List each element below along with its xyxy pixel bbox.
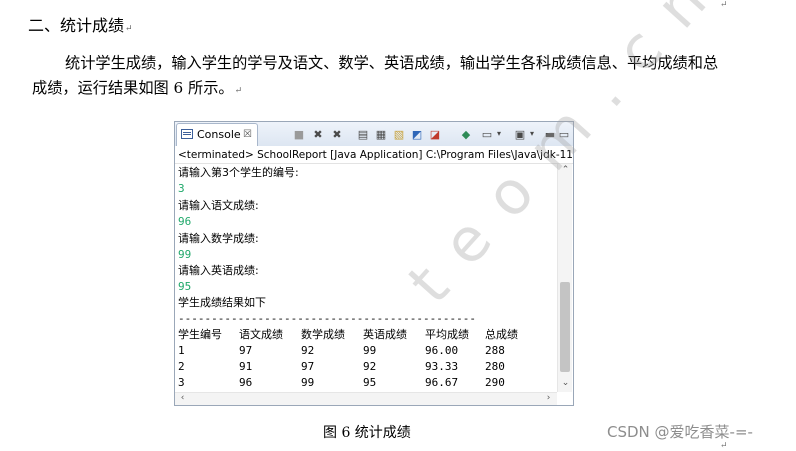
display-console-icon[interactable]: ▭ [480, 126, 494, 141]
table-row: 1 97 92 99 96.00 288 [178, 343, 553, 359]
cell-chinese: 91 [239, 360, 253, 373]
cell-id: 3 [178, 376, 185, 389]
input-chinese-score: 96 [178, 215, 192, 228]
cell-chinese: 96 [239, 376, 253, 389]
header-total: 总成绩 [485, 328, 518, 341]
section-heading: 二、统计成绩↵ [28, 16, 133, 35]
header-student-id: 学生编号 [178, 328, 222, 341]
result-separator: ----------------------------------------… [178, 312, 477, 325]
console-tab[interactable]: Console ☒ [176, 123, 258, 146]
cell-average: 96.67 [425, 376, 459, 389]
paragraph-mark: ↵ [720, 441, 728, 451]
cell-math: 99 [301, 376, 315, 389]
cell-math: 92 [301, 344, 315, 357]
table-header: 学生编号 语文成绩 数学成绩 英语成绩 平均成绩 总成绩 [178, 327, 553, 343]
vertical-scrollbar[interactable]: ⌃ ⌄ [557, 164, 572, 392]
paragraph-mark: ↵ [234, 86, 243, 96]
console-tab-label: Console [197, 128, 241, 141]
terminate-icon[interactable]: ■ [292, 126, 306, 141]
cell-english: 99 [363, 344, 377, 357]
cell-chinese: 97 [239, 344, 253, 357]
cell-average: 96.00 [425, 344, 459, 357]
console-icon [181, 129, 193, 139]
scroll-right-icon[interactable]: › [541, 393, 556, 403]
cell-total: 280 [485, 360, 505, 373]
header-average: 平均成绩 [425, 328, 469, 341]
pin-console-icon[interactable]: ◆ [459, 126, 473, 141]
table-row: 2 91 97 92 93.33 280 [178, 359, 553, 375]
cell-id: 1 [178, 344, 185, 357]
prompt-math-score: 请输入数学成绩: [178, 232, 259, 245]
show-stdout-icon[interactable]: ◩ [410, 126, 424, 141]
header-chinese: 语文成绩 [239, 328, 283, 341]
cell-english: 92 [363, 360, 377, 373]
horizontal-scrollbar[interactable]: ‹ › [175, 392, 557, 405]
input-student-id: 3 [178, 182, 185, 195]
watermark-csdn: CSDN @爱吃香菜-=- [607, 423, 753, 441]
paragraph-mark: ↵ [125, 24, 133, 34]
scroll-lock-icon[interactable]: ▦ [374, 126, 388, 141]
cell-id: 2 [178, 360, 185, 373]
cell-english: 95 [363, 376, 377, 389]
table-row: 3 96 99 95 96.67 290 [178, 375, 553, 391]
figure-caption: 图 6 统计成绩 [323, 425, 411, 441]
input-math-score: 99 [178, 248, 192, 261]
chevron-down-icon[interactable]: ▾ [495, 126, 503, 141]
cell-average: 93.33 [425, 360, 459, 373]
result-title: 学生成绩结果如下 [178, 296, 266, 309]
header-math: 数学成绩 [301, 328, 345, 341]
remove-launch-icon[interactable]: ✖ [311, 126, 325, 141]
prompt-chinese-score: 请输入语文成绩: [178, 199, 259, 212]
scroll-down-icon[interactable]: ⌄ [558, 378, 573, 388]
scrollbar-thumb[interactable] [560, 282, 570, 372]
word-wrap-icon[interactable]: ▧ [392, 126, 406, 141]
cell-total: 288 [485, 344, 505, 357]
prompt-english-score: 请输入英语成绩: [178, 264, 259, 277]
remove-all-icon[interactable]: ✖ [330, 126, 344, 141]
clear-console-icon[interactable]: ▤ [356, 126, 370, 141]
scroll-left-icon[interactable]: ‹ [175, 393, 190, 403]
cell-total: 290 [485, 376, 505, 389]
input-english-score: 95 [178, 280, 192, 293]
show-stderr-icon[interactable]: ◪ [428, 126, 442, 141]
close-icon[interactable]: ☒ [243, 124, 252, 145]
prompt-student-id: 请输入第3个学生的编号: [178, 166, 299, 179]
cell-math: 97 [301, 360, 315, 373]
header-english: 英语成绩 [363, 328, 407, 341]
